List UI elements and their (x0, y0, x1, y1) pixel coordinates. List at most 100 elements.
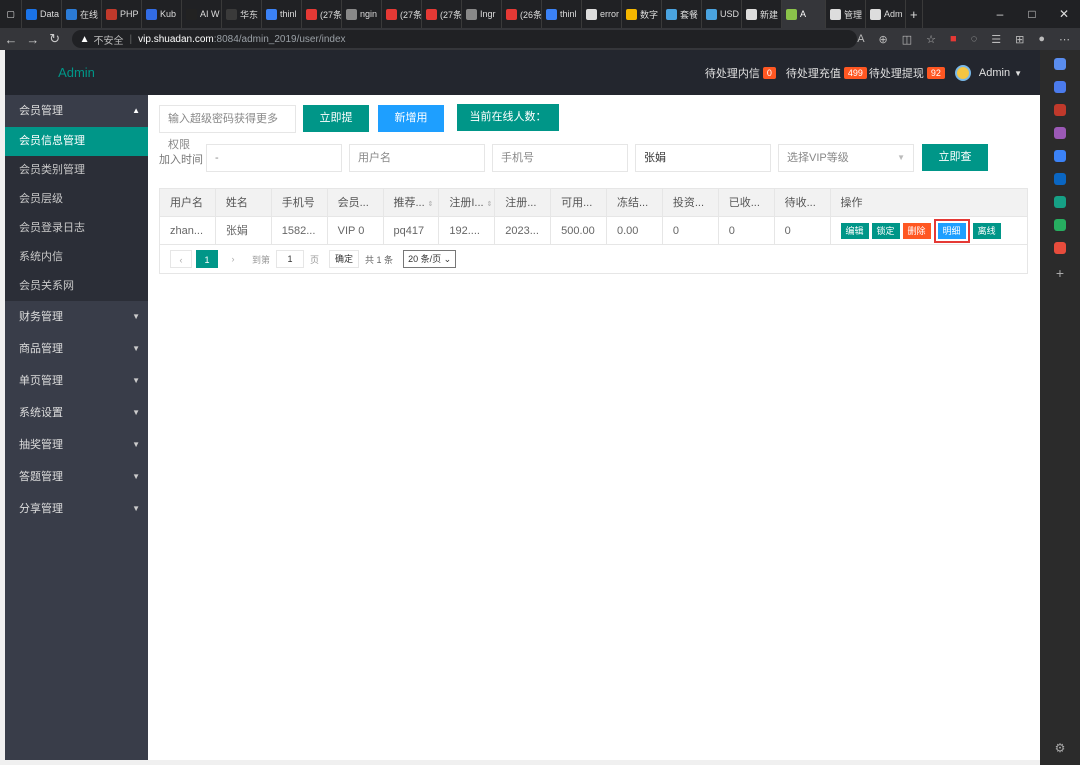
browser-tab[interactable]: thinl (542, 0, 582, 28)
join-time-input[interactable]: - (206, 144, 342, 172)
pending-recharge-link[interactable]: 待处理充值 499 (786, 65, 867, 81)
browser-tab[interactable]: error (582, 0, 622, 28)
forward-button[interactable]: → (22, 32, 44, 47)
browser-tab[interactable]: A (782, 0, 826, 28)
browser-tab[interactable]: Kub (142, 0, 182, 28)
sort-icon[interactable]: ⇕ (428, 201, 434, 208)
vip-level-select[interactable]: 选择VIP等级 ▼ (778, 144, 914, 172)
browser-tab[interactable]: 新建 (742, 0, 782, 28)
user-menu[interactable]: Admin ▼ (979, 67, 1022, 79)
people-icon[interactable] (1054, 127, 1066, 139)
name-input[interactable]: 张娟 (635, 144, 771, 172)
sidebar-item[interactable]: 会员类别管理 (5, 156, 148, 185)
reload-button[interactable]: ↻ (44, 31, 66, 47)
tree-icon[interactable] (1054, 219, 1066, 231)
zoom-icon[interactable]: ⊕ (879, 33, 888, 46)
next-page-button[interactable]: › (222, 250, 244, 268)
tab-actions-icon[interactable]: ▢ (0, 0, 22, 28)
more-icon[interactable]: ⋯ (1059, 33, 1070, 46)
add-user-button[interactable]: 新增用户 (378, 105, 444, 151)
sidebar-group[interactable]: 商品管理 ▼ (5, 333, 148, 365)
action-button[interactable]: 离线 (972, 222, 1001, 239)
submit-button[interactable]: 立即提交 (303, 105, 369, 151)
tag-icon[interactable] (1054, 81, 1066, 93)
username-input[interactable]: 用户名 (349, 144, 485, 172)
sidebar-group-members[interactable]: 会员管理 ▲ (5, 95, 148, 127)
back-button[interactable]: ← (0, 32, 22, 47)
browser-tab[interactable]: thinl (262, 0, 302, 28)
send-icon[interactable] (1054, 196, 1066, 208)
column-header[interactable]: 注册I... ⇕ (439, 188, 496, 217)
column-header: 待收... (775, 188, 831, 217)
sidebar-item[interactable]: 会员登录日志 (5, 214, 148, 243)
super-password-input[interactable]: 输入超级密码获得更多权限 (159, 105, 296, 151)
sidebar-group[interactable]: 单页管理 ▼ (5, 365, 148, 397)
action-button[interactable]: 锁定 (871, 222, 900, 239)
page-1-button[interactable]: 1 (196, 250, 218, 268)
logo[interactable]: Admin (5, 65, 148, 80)
browser-tab[interactable]: USD (702, 0, 742, 28)
sort-icon[interactable]: ⇕ (487, 201, 493, 208)
refresh-ext-icon[interactable]: ◌ (971, 33, 978, 46)
query-button[interactable]: 立即查询 (922, 144, 988, 190)
browser-tab[interactable]: ngin (342, 0, 382, 28)
sidebar-item[interactable]: 会员关系网 (5, 272, 148, 301)
page-size-select[interactable]: 20 条/页 ⌄ (403, 250, 457, 268)
sidebar-item[interactable]: 会员层级 (5, 185, 148, 214)
phone-input[interactable]: 手机号 (492, 144, 628, 172)
browser-tab[interactable]: 管理 (826, 0, 866, 28)
pending-messages-link[interactable]: 待处理内信 0 (705, 65, 776, 81)
extension-icon[interactable]: ■ (950, 33, 957, 46)
add-icon[interactable]: + (1056, 265, 1064, 281)
action-button[interactable]: 编辑 (840, 222, 869, 239)
browser-tab[interactable]: (26条 (502, 0, 542, 28)
browser-tab[interactable]: (27条 (382, 0, 422, 28)
sidebar-group[interactable]: 财务管理 ▼ (5, 301, 148, 333)
browser-tab[interactable]: Data (22, 0, 62, 28)
new-tab-button[interactable]: + (906, 0, 923, 28)
avatar[interactable] (954, 64, 971, 81)
collections-icon[interactable]: ⊞ (1015, 33, 1024, 46)
browser-tab[interactable]: 华东 (222, 0, 262, 28)
favorites-bar-icon[interactable]: ☰ (991, 33, 1001, 46)
sidebar-item[interactable]: 系统内信 (5, 243, 148, 272)
url-input[interactable]: ▲ 不安全 | vip.shuadan.com :8084/admin_2019… (71, 30, 858, 48)
sidebar-group[interactable]: 答题管理 ▼ (5, 461, 148, 493)
maximize-button[interactable]: □ (1016, 7, 1048, 21)
browser-tab[interactable]: 在线 (62, 0, 102, 28)
games-icon[interactable] (1054, 242, 1066, 254)
outlook-icon[interactable] (1054, 173, 1066, 185)
action-button[interactable]: 明细 (933, 218, 970, 243)
pending-withdraw-link[interactable]: 待处理提现 92 (869, 65, 945, 81)
sidebar-item[interactable]: 会员信息管理 (5, 127, 148, 156)
security-label[interactable]: 不安全 (94, 32, 124, 47)
browser-tab[interactable]: 套餐 (662, 0, 702, 28)
prev-page-button[interactable]: ‹ (170, 250, 192, 268)
sidebar-group[interactable]: 系统设置 ▼ (5, 397, 148, 429)
sidebar-group[interactable]: 分享管理 ▼ (5, 493, 148, 525)
favorite-icon[interactable]: ☆ (926, 33, 936, 46)
close-window-button[interactable]: ✕ (1048, 7, 1080, 21)
browser-tab[interactable]: (27条 (422, 0, 462, 28)
goto-confirm-button[interactable]: 确定 (329, 250, 360, 268)
read-aloud-icon[interactable]: A (857, 33, 864, 46)
minimize-button[interactable]: – (984, 7, 1016, 21)
copilot-icon[interactable] (1054, 150, 1066, 162)
sidebar-group[interactable]: 抽奖管理 ▼ (5, 429, 148, 461)
browser-tab[interactable]: AI W (182, 0, 222, 28)
tab-favicon-icon (66, 8, 77, 20)
browser-tab[interactable]: PHP (102, 0, 142, 28)
toolbox-icon[interactable] (1054, 104, 1066, 116)
browser-tab[interactable]: Ingr (462, 0, 502, 28)
column-header[interactable]: 推荐... ⇕ (384, 188, 440, 217)
goto-page-input[interactable]: 1 (276, 250, 305, 268)
browser-tab[interactable]: Adm (866, 0, 906, 28)
action-button[interactable]: 删除 (902, 222, 931, 239)
search-icon[interactable] (1054, 58, 1066, 70)
main-content: 输入超级密码获得更多权限 立即提交 新增用户 当前在线人数：0 加入时间 - 用… (148, 95, 1040, 760)
browser-tab[interactable]: 数字 (622, 0, 662, 28)
split-screen-icon[interactable]: ◫ (902, 33, 912, 46)
settings-icon[interactable]: ⚙ (1055, 741, 1066, 755)
browser-tab[interactable]: (27条 (302, 0, 342, 28)
profile-icon[interactable]: ● (1038, 33, 1045, 46)
